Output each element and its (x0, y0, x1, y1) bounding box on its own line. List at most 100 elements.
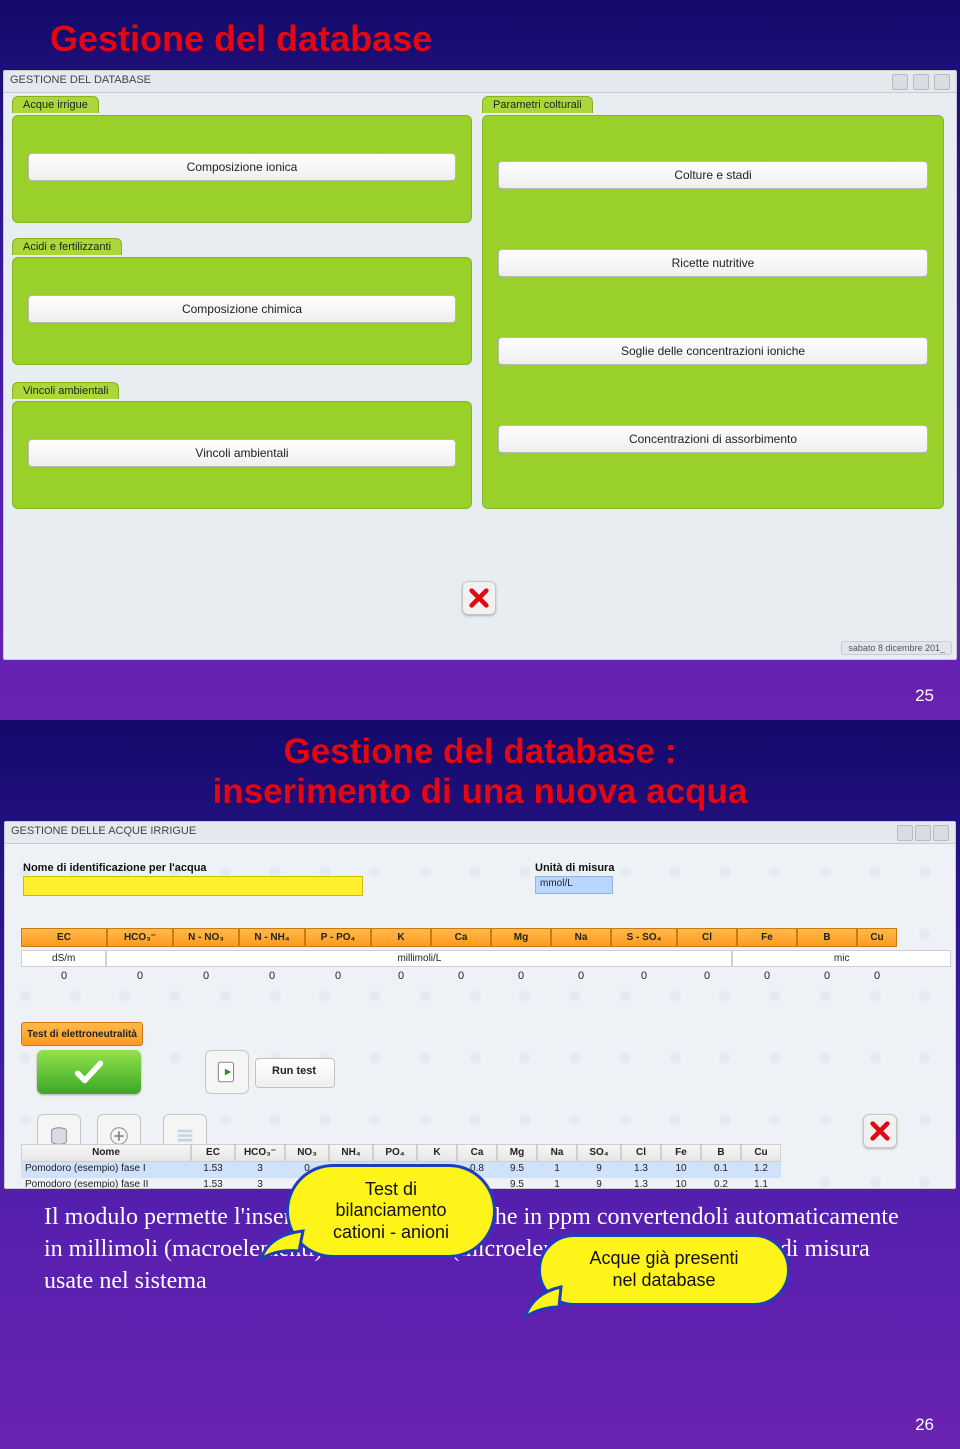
unit-select[interactable]: mmol/L (535, 876, 613, 894)
screenshot-2: GESTIONE DELLE ACQUE IRRIGUE Nome di ide… (4, 821, 956, 1189)
unit-label: Unità di misura (535, 862, 614, 874)
hdr-no3: N - NO₃ (173, 928, 239, 947)
btn-soglie-concentrazioni[interactable]: Soglie delle concentrazioni ioniche (498, 337, 928, 365)
v12[interactable]: 0 (797, 968, 857, 984)
hdr-ec: EC (21, 928, 107, 947)
test-ok-indicator (37, 1050, 141, 1094)
unit-mmol: millimoli/L (106, 950, 732, 967)
callout-bubble-2: Acque già presenti nel database (538, 1234, 790, 1306)
ion-header-row: EC HCO₃⁻ N - NO₃ N - NH₄ P - PO₄ K Ca Mg… (21, 928, 951, 947)
hdr-mg: Mg (491, 928, 551, 947)
v0[interactable]: 0 (21, 968, 107, 984)
check-icon (72, 1055, 106, 1089)
panel-tab-parametri[interactable]: Parametri colturali (482, 96, 593, 113)
unit-ec: dS/m (21, 950, 106, 967)
lh-fe: Fe (661, 1144, 701, 1162)
hdr-cu: Cu (857, 928, 897, 947)
lh-po4: PO₄ (373, 1144, 417, 1162)
v7[interactable]: 0 (491, 968, 551, 984)
v11[interactable]: 0 (737, 968, 797, 984)
v10[interactable]: 0 (677, 968, 737, 984)
close-button-2[interactable] (863, 1114, 897, 1148)
v3[interactable]: 0 (239, 968, 305, 984)
hdr-b: B (797, 928, 857, 947)
lh-ec: EC (191, 1144, 235, 1162)
slide2-title-l2: inserimento di una nuova acqua (213, 772, 748, 811)
name-label: Nome di identificazione per l'acqua (23, 862, 207, 874)
window-title: GESTIONE DEL DATABASE (10, 74, 151, 89)
zeros-row: 0 0 0 0 0 0 0 0 0 0 0 0 0 0 (21, 968, 951, 984)
hdr-na: Na (551, 928, 611, 947)
unit-micro: mic (732, 950, 951, 967)
lh-cl: Cl (621, 1144, 661, 1162)
lh-b: B (701, 1144, 741, 1162)
hdr-k: K (371, 928, 431, 947)
screenshot-1: GESTIONE DEL DATABASE Acque irrigue Comp… (3, 70, 957, 660)
v6[interactable]: 0 (431, 968, 491, 984)
lh-na: Na (537, 1144, 577, 1162)
run-test-icon-button[interactable] (205, 1050, 249, 1094)
lh-nh4: NH₄ (329, 1144, 373, 1162)
date-stamp: sabato 8 dicembre 201_ (841, 641, 952, 655)
run-test-button[interactable]: Run test (255, 1058, 335, 1088)
v5[interactable]: 0 (371, 968, 431, 984)
btn-concentrazioni-assorbimento[interactable]: Concentrazioni di assorbimento (498, 425, 928, 453)
window-controls (890, 74, 950, 89)
lh-nome: Nome (21, 1144, 191, 1162)
x-red-icon (468, 587, 490, 609)
name-input[interactable] (23, 876, 363, 896)
bubble-tail-icon (521, 1281, 565, 1321)
btn-vincoli-ambientali[interactable]: Vincoli ambientali (28, 439, 456, 467)
slide2-title-l1: Gestione del database : (284, 732, 677, 771)
r2-name: Pomodoro (esempio) fase II (21, 1178, 191, 1189)
window-controls-2 (895, 825, 949, 840)
slide-2: Gestione del database : inserimento di u… (0, 720, 960, 1449)
maximize-icon[interactable] (913, 74, 929, 90)
minimize-icon[interactable] (892, 74, 908, 90)
btn-ricette-nutritive[interactable]: Ricette nutritive (498, 249, 928, 277)
btn-composizione-ionica[interactable]: Composizione ionica (28, 153, 456, 181)
bubble-tail-icon (259, 1223, 307, 1263)
close-button[interactable] (462, 581, 496, 615)
x-red-icon (869, 1120, 891, 1142)
v13[interactable]: 0 (857, 968, 897, 984)
hdr-ca: Ca (431, 928, 491, 947)
lh-hco3: HCO₃⁻ (235, 1144, 285, 1162)
v4[interactable]: 0 (305, 968, 371, 984)
list-header: Nome EC HCO₃⁻ NO₃ NH₄ PO₄ K Ca Mg Na SO₄… (21, 1144, 781, 1162)
panel-acque-irrigue: Acque irrigue Composizione ionica (12, 115, 472, 223)
v8[interactable]: 0 (551, 968, 611, 984)
v1[interactable]: 0 (107, 968, 173, 984)
document-play-icon (214, 1059, 240, 1085)
minimize-icon[interactable] (897, 825, 913, 841)
panel-tab-acque[interactable]: Acque irrigue (12, 96, 99, 113)
btn-composizione-chimica[interactable]: Composizione chimica (28, 295, 456, 323)
window-title-2: GESTIONE DELLE ACQUE IRRIGUE (11, 825, 196, 840)
maximize-icon[interactable] (915, 825, 931, 841)
lh-ca: Ca (457, 1144, 497, 1162)
hdr-fe: Fe (737, 928, 797, 947)
v2[interactable]: 0 (173, 968, 239, 984)
panel-tab-acidi[interactable]: Acidi e fertilizzanti (12, 238, 122, 255)
slide-1: Gestione del database GESTIONE DEL DATAB… (0, 0, 960, 720)
hdr-cl: Cl (677, 928, 737, 947)
bubble1-text: Test di bilanciamento cationi - anioni (333, 1179, 449, 1244)
lh-so4: SO₄ (577, 1144, 621, 1162)
hdr-po4: P - PO₄ (305, 928, 371, 947)
slide1-title: Gestione del database (0, 0, 960, 60)
hdr-hco3: HCO₃⁻ (107, 928, 173, 947)
close-icon[interactable] (933, 825, 949, 841)
bubble2-text: Acque già presenti nel database (589, 1248, 738, 1291)
r1-name: Pomodoro (esempio) fase I (21, 1162, 191, 1178)
window-titlebar: GESTIONE DEL DATABASE (4, 71, 956, 93)
page-number-2: 26 (915, 1415, 934, 1435)
btn-colture-stadi[interactable]: Colture e stadi (498, 161, 928, 189)
panel-parametri-colturali: Parametri colturali Colture e stadi Rice… (482, 115, 944, 509)
lh-no3: NO₃ (285, 1144, 329, 1162)
lh-mg: Mg (497, 1144, 537, 1162)
close-icon[interactable] (934, 74, 950, 90)
v9[interactable]: 0 (611, 968, 677, 984)
panel-tab-vincoli[interactable]: Vincoli ambientali (12, 382, 119, 399)
page-number-1: 25 (915, 686, 934, 706)
lh-cu: Cu (741, 1144, 781, 1162)
